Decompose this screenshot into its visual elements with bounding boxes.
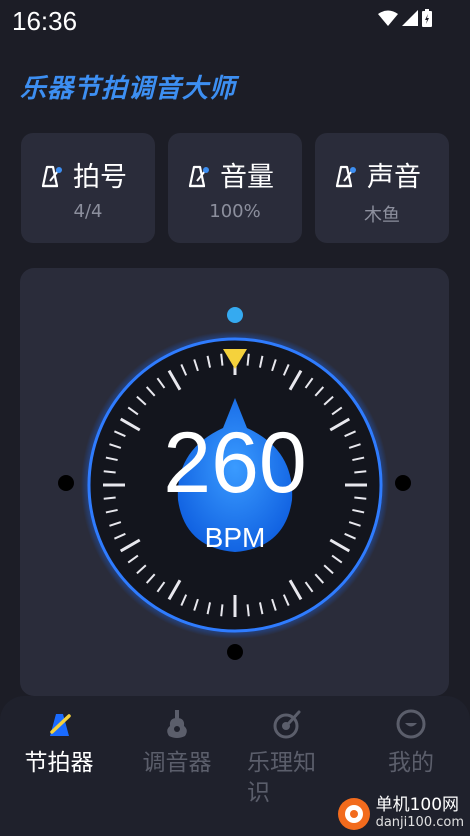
nav-item-metronome[interactable]: 节拍器 xyxy=(0,708,118,778)
bpm-unit: BPM xyxy=(204,522,266,553)
bpm-value: 260 xyxy=(163,415,307,511)
dial-tick xyxy=(220,604,224,617)
nav-label: 节拍器 xyxy=(24,750,94,776)
dial-tick xyxy=(246,604,250,617)
watermark-url: danji100.com xyxy=(375,815,464,830)
watermark: 单机100网 danji100.com xyxy=(336,796,464,832)
guitar-icon xyxy=(167,710,187,738)
nav-item-tuner[interactable]: 调音器 xyxy=(118,708,236,778)
music-theory-icon xyxy=(273,710,301,739)
nav-item-music-theory[interactable]: 乐理知识 xyxy=(235,708,331,808)
nav-label: 乐理知识 xyxy=(247,750,316,806)
profile-icon xyxy=(396,709,426,739)
beat-dot-active xyxy=(227,307,243,323)
dial-tick xyxy=(246,353,250,366)
nav-item-profile[interactable]: 我的 xyxy=(352,708,470,778)
nav-label: 调音器 xyxy=(142,750,212,776)
beat-dot xyxy=(227,644,243,660)
watermark-logo-icon xyxy=(337,798,370,830)
nav-label: 我的 xyxy=(388,750,434,776)
dial-tick xyxy=(220,353,224,366)
metronome-icon xyxy=(50,714,71,736)
watermark-name: 单机100网 xyxy=(375,795,460,815)
